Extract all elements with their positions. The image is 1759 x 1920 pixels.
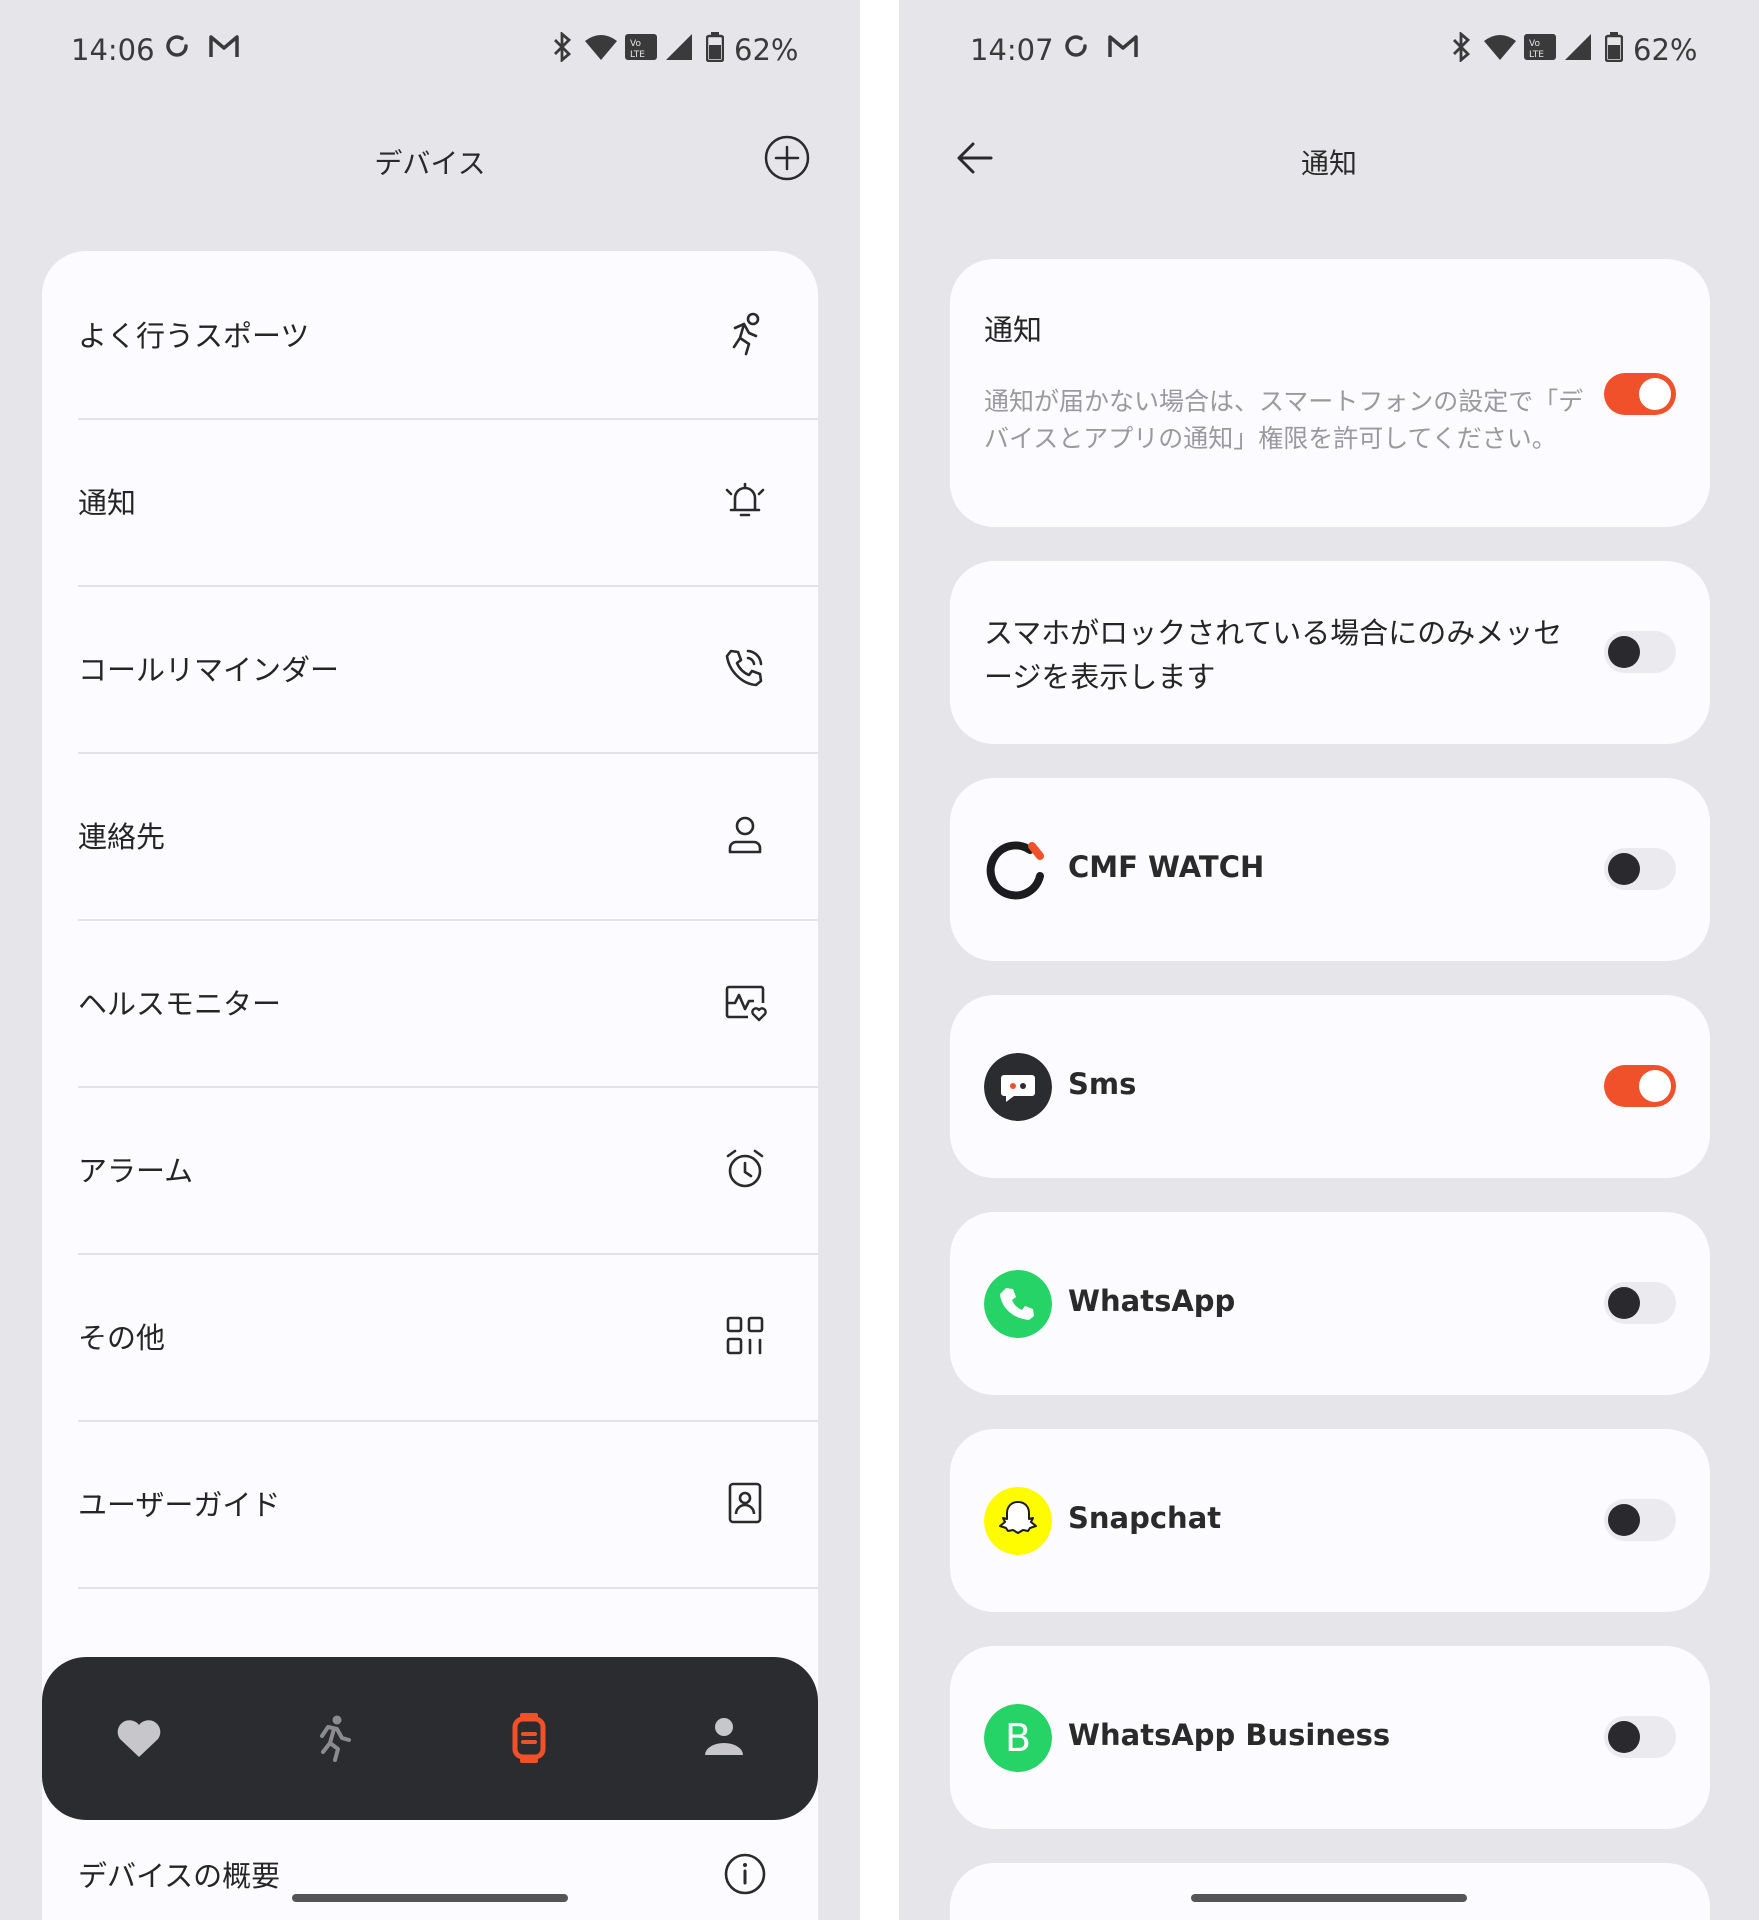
info-icon [724,1853,766,1895]
notification-toggle[interactable] [1604,373,1676,415]
card-title: 通知 [984,313,1043,347]
toggle-knob [1608,636,1640,668]
notification-toggle-card: 通知 通知が届かない場合は、スマートフォンの設定で「デバイスとアプリの通知」権限… [950,259,1710,527]
menu-item-label: アラーム [78,1154,194,1188]
menu-item-label: 通知 [78,486,137,520]
sync-icon [1065,35,1087,57]
lock-only-toggle[interactable] [1604,631,1676,673]
profile-icon[interactable] [697,1711,751,1765]
menu-item-contacts[interactable]: 連絡先 [78,752,818,921]
app-row-cmf-watch: CMF WATCH [950,778,1710,961]
menu-item-sports[interactable]: よく行うスポーツ [78,251,818,420]
running-icon[interactable] [307,1711,361,1765]
app-name: WhatsApp [1068,1284,1236,1318]
toggle-knob [1608,1721,1640,1753]
wifi-icon [585,35,617,60]
whatsapp-business-logo: B [984,1704,1052,1772]
app-row-whatsapp-business: B WhatsApp Business [950,1646,1710,1829]
lock-only-card: スマホがロックされている場合にのみメッセージを表示します [950,561,1710,744]
home-indicator[interactable] [1191,1894,1467,1902]
menu-item-label: よく行うスポーツ [78,319,310,353]
page-title: 通知 [1300,147,1357,180]
gmail-icon [209,35,239,57]
device-screen: 14:06 Vo LTE 62% デバイス よく行うスポーツ 通知 コールリマイン… [0,0,860,1920]
status-bar: 14:07 Vo LTE 62% [899,0,1759,100]
lock-only-text: スマホがロックされている場合にのみメッセージを表示します [984,616,1563,694]
watch-icon[interactable] [502,1711,556,1765]
menu-item-call-reminder[interactable]: コールリマインダー [78,585,818,754]
user-guide-icon [728,1482,762,1524]
status-time: 14:06 [71,33,155,67]
sms-toggle[interactable] [1604,1065,1676,1107]
health-monitor-icon [725,985,767,1022]
toggle-knob [1639,1070,1671,1102]
whatsapp-logo [984,1270,1052,1338]
menu-item-label: ユーザーガイド [78,1488,281,1522]
status-bar: 14:06 Vo LTE 62% [0,0,860,100]
menu-item-other[interactable]: その他 [78,1253,818,1422]
menu-item-health-monitor[interactable]: ヘルスモニター [78,919,818,1088]
add-device-icon[interactable] [763,134,811,182]
phone-call-icon [725,649,763,687]
app-row-snapchat: Snapchat [950,1429,1710,1612]
page-title: デバイス [374,147,486,180]
menu-item-label: コールリマインダー [78,653,340,687]
signal-icon [1565,34,1591,60]
svg-text:Vo: Vo [1529,39,1540,49]
menu-item-label: 連絡先 [78,820,166,854]
volte-icon: VoLTE [625,34,657,60]
cmf-watch-toggle[interactable] [1604,848,1676,890]
svg-text:Vo: Vo [630,39,641,49]
gmail-icon [1108,35,1138,57]
toggle-knob [1608,853,1640,885]
notification-settings-screen: 14:07 Vo LTE 62% 通知 通知 通知が届かない場合は、スマートフォン… [899,0,1759,1920]
signal-icon [666,34,692,60]
app-name: Sms [1068,1067,1137,1101]
grid-icon [726,1316,764,1355]
svg-text:LTE: LTE [1529,50,1544,60]
menu-item-notifications[interactable]: 通知 [78,418,818,587]
sync-icon [166,35,188,57]
app-row-partial [950,1863,1710,1920]
menu-item-user-guide[interactable]: ユーザーガイド [78,1420,818,1589]
card-description: 通知が届かない場合は、スマートフォンの設定で「デバイスとアプリの通知」権限を許可… [984,387,1584,453]
sms-logo [984,1053,1052,1121]
svg-text:LTE: LTE [630,50,645,60]
app-name: CMF WATCH [1068,850,1265,884]
bottom-navigation [42,1657,818,1820]
battery-icon [706,32,724,62]
app-name: Snapchat [1068,1501,1222,1535]
menu-item-label: その他 [78,1321,166,1355]
battery-icon [1605,32,1623,62]
menu-item-alarm[interactable]: アラーム [78,1086,818,1255]
volte-icon: VoLTE [1524,34,1556,60]
app-row-whatsapp: WhatsApp [950,1212,1710,1395]
bluetooth-icon [554,32,572,62]
menu-item-label: デバイスの概要 [78,1859,281,1893]
battery-percent: 62% [1633,33,1698,67]
bluetooth-icon [1453,32,1471,62]
heart-icon[interactable] [112,1711,166,1765]
app-name: WhatsApp Business [1068,1718,1391,1752]
menu-item-label: ヘルスモニター [78,987,282,1021]
whatsapp-toggle[interactable] [1604,1282,1676,1324]
wifi-icon [1484,35,1516,60]
app-row-sms: Sms [950,995,1710,1178]
cmf-watch-logo [986,841,1044,900]
whatsapp-business-toggle[interactable] [1604,1716,1676,1758]
whatsapp-business-logo-letter: B [1005,1716,1031,1760]
toggle-knob [1608,1504,1640,1536]
running-icon [732,312,760,356]
snapchat-logo [984,1487,1052,1555]
toggle-knob [1608,1287,1640,1319]
bell-icon [725,482,765,517]
battery-percent: 62% [734,33,799,67]
alarm-icon [726,1149,764,1188]
home-indicator[interactable] [292,1894,568,1902]
person-icon [728,816,762,854]
status-time: 14:07 [970,33,1054,67]
toggle-knob [1639,378,1671,410]
snapchat-toggle[interactable] [1604,1499,1676,1541]
